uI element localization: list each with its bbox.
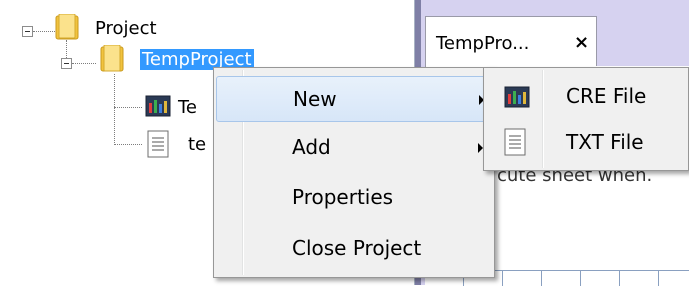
- tree-node-label: te: [188, 133, 207, 155]
- tree-node-label: Te: [178, 96, 198, 118]
- cre-file-icon: [504, 86, 530, 108]
- submenu-item-cre-file[interactable]: CRE File: [486, 74, 686, 120]
- menu-item-label: Properties: [292, 185, 394, 209]
- close-icon[interactable]: ×: [574, 32, 589, 53]
- tree-node-child[interactable]: te: [188, 131, 206, 157]
- tree-node-child[interactable]: Te: [178, 94, 197, 120]
- txt-file-icon: [504, 128, 526, 156]
- document-tab-label: TempPro...: [436, 33, 530, 54]
- submenu-item-label: TXT File: [566, 130, 644, 154]
- submenu-item-txt-file[interactable]: TXT File: [486, 120, 686, 166]
- menu-item-label: Add: [292, 135, 331, 159]
- menu-item-properties[interactable]: Properties: [216, 175, 492, 221]
- tree-node-root[interactable]: Project: [95, 15, 157, 41]
- menu-item-label: New: [293, 87, 337, 111]
- folder-icon: [55, 14, 79, 40]
- collapse-toggle-root[interactable]: [22, 26, 33, 37]
- collapse-toggle-project[interactable]: [61, 58, 72, 69]
- document-tab[interactable]: TempPro... ×: [425, 16, 597, 66]
- folder-icon: [100, 45, 124, 72]
- menu-item-add[interactable]: Add: [216, 125, 492, 171]
- submenu-item-label: CRE File: [566, 84, 647, 108]
- menu-item-new[interactable]: New: [216, 76, 492, 122]
- tree-node-label: Project: [95, 17, 157, 39]
- menu-item-label: Close Project: [292, 236, 422, 260]
- context-menu: New Add Properties Close Project: [213, 67, 495, 278]
- new-submenu: CRE File TXT File: [483, 67, 689, 171]
- menu-item-close-project[interactable]: Close Project: [216, 226, 492, 272]
- txt-file-icon: [147, 130, 169, 158]
- cre-file-icon: [145, 95, 171, 117]
